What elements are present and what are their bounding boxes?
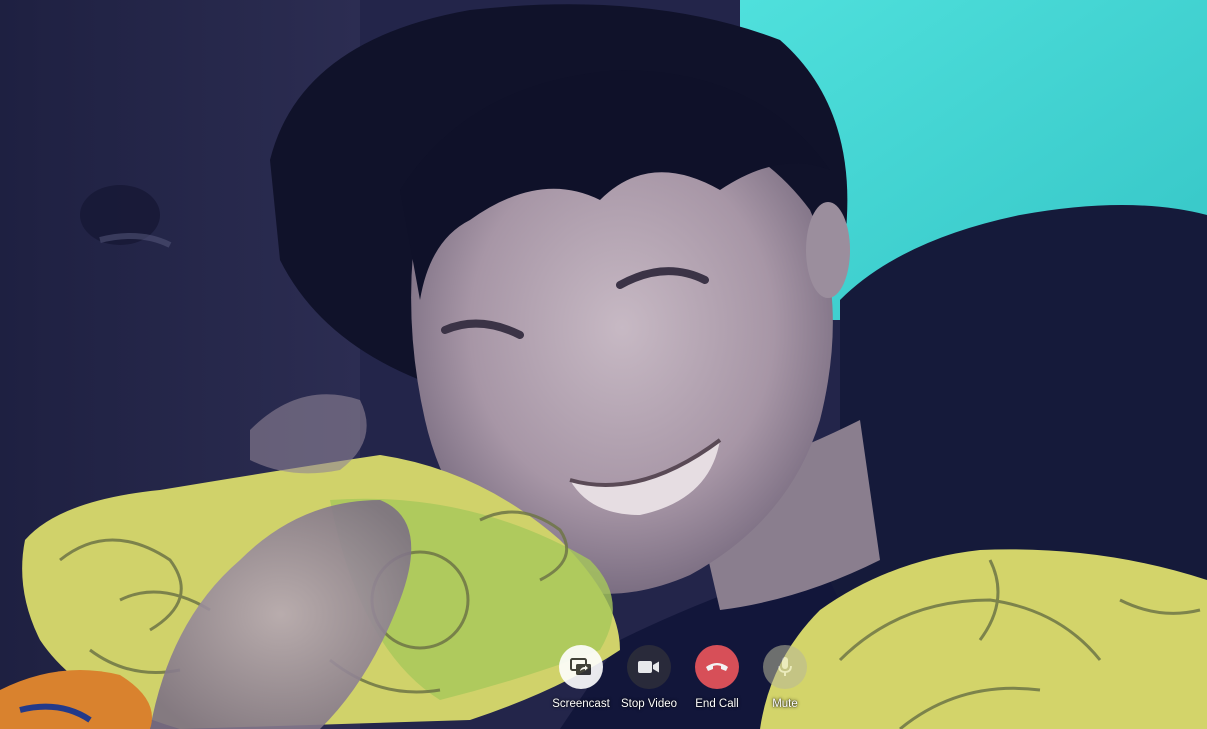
mute-label: Mute [772,698,798,710]
stop-video-button-circle[interactable] [627,645,671,689]
call-controls-bar: Screencast Stop Video End Call Mute [0,645,1207,721]
mute-button-circle[interactable] [763,645,807,689]
screencast-icon [570,658,591,675]
video-camera-icon [638,661,659,673]
mute-button[interactable]: Mute [740,645,830,710]
end-call-button-circle[interactable] [695,645,739,689]
phone-hangup-icon [706,663,728,671]
microphone-icon [778,657,792,676]
screencast-button-circle[interactable] [559,645,603,689]
video-frame [0,0,1207,729]
remote-video-feed [0,0,1207,729]
